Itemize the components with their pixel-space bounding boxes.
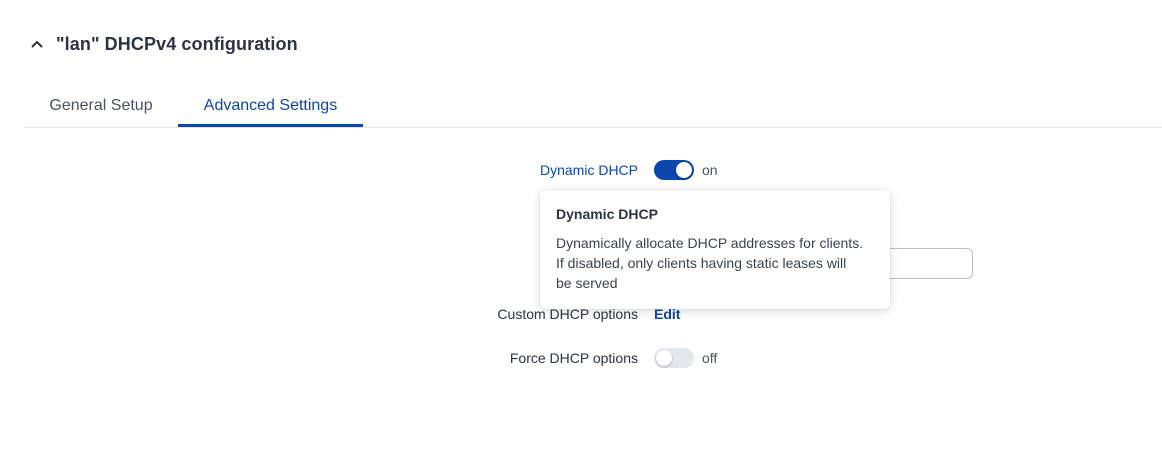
tooltip-body: Dynamically allocate DHCP addresses for … <box>556 233 874 293</box>
toggle-knob <box>656 350 672 366</box>
force-dhcp-options-row: Force DHCP options off <box>0 346 1162 370</box>
force-dhcp-options-toggle[interactable] <box>654 348 694 368</box>
dynamic-dhcp-row: Dynamic DHCP on <box>0 158 1162 182</box>
tooltip-line: Dynamically allocate DHCP addresses for … <box>556 235 864 251</box>
toggle-knob <box>676 162 692 178</box>
section-title: "lan" DHCPv4 configuration <box>56 33 298 54</box>
dynamic-dhcp-toggle[interactable] <box>654 160 694 180</box>
force-dhcp-options-label: Force DHCP options <box>509 350 638 366</box>
tooltip-line: be served <box>556 275 618 291</box>
chevron-up-icon[interactable] <box>30 37 44 51</box>
dynamic-dhcp-tooltip: Dynamic DHCP Dynamically allocate DHCP a… <box>540 190 890 309</box>
dynamic-dhcp-state: on <box>702 162 718 178</box>
force-dhcp-options-state: off <box>702 350 718 366</box>
tab-general-setup[interactable]: General Setup <box>24 84 178 127</box>
tab-bar: General Setup Advanced Settings <box>24 84 1162 128</box>
tooltip-line: If disabled, only clients having static … <box>556 255 847 271</box>
section-header[interactable]: "lan" DHCPv4 configuration <box>30 30 298 58</box>
dhcp-config-page: "lan" DHCPv4 configuration General Setup… <box>0 0 1162 454</box>
tooltip-title: Dynamic DHCP <box>556 206 658 222</box>
tab-advanced-settings[interactable]: Advanced Settings <box>178 84 363 127</box>
dynamic-dhcp-label[interactable]: Dynamic DHCP <box>540 162 638 178</box>
